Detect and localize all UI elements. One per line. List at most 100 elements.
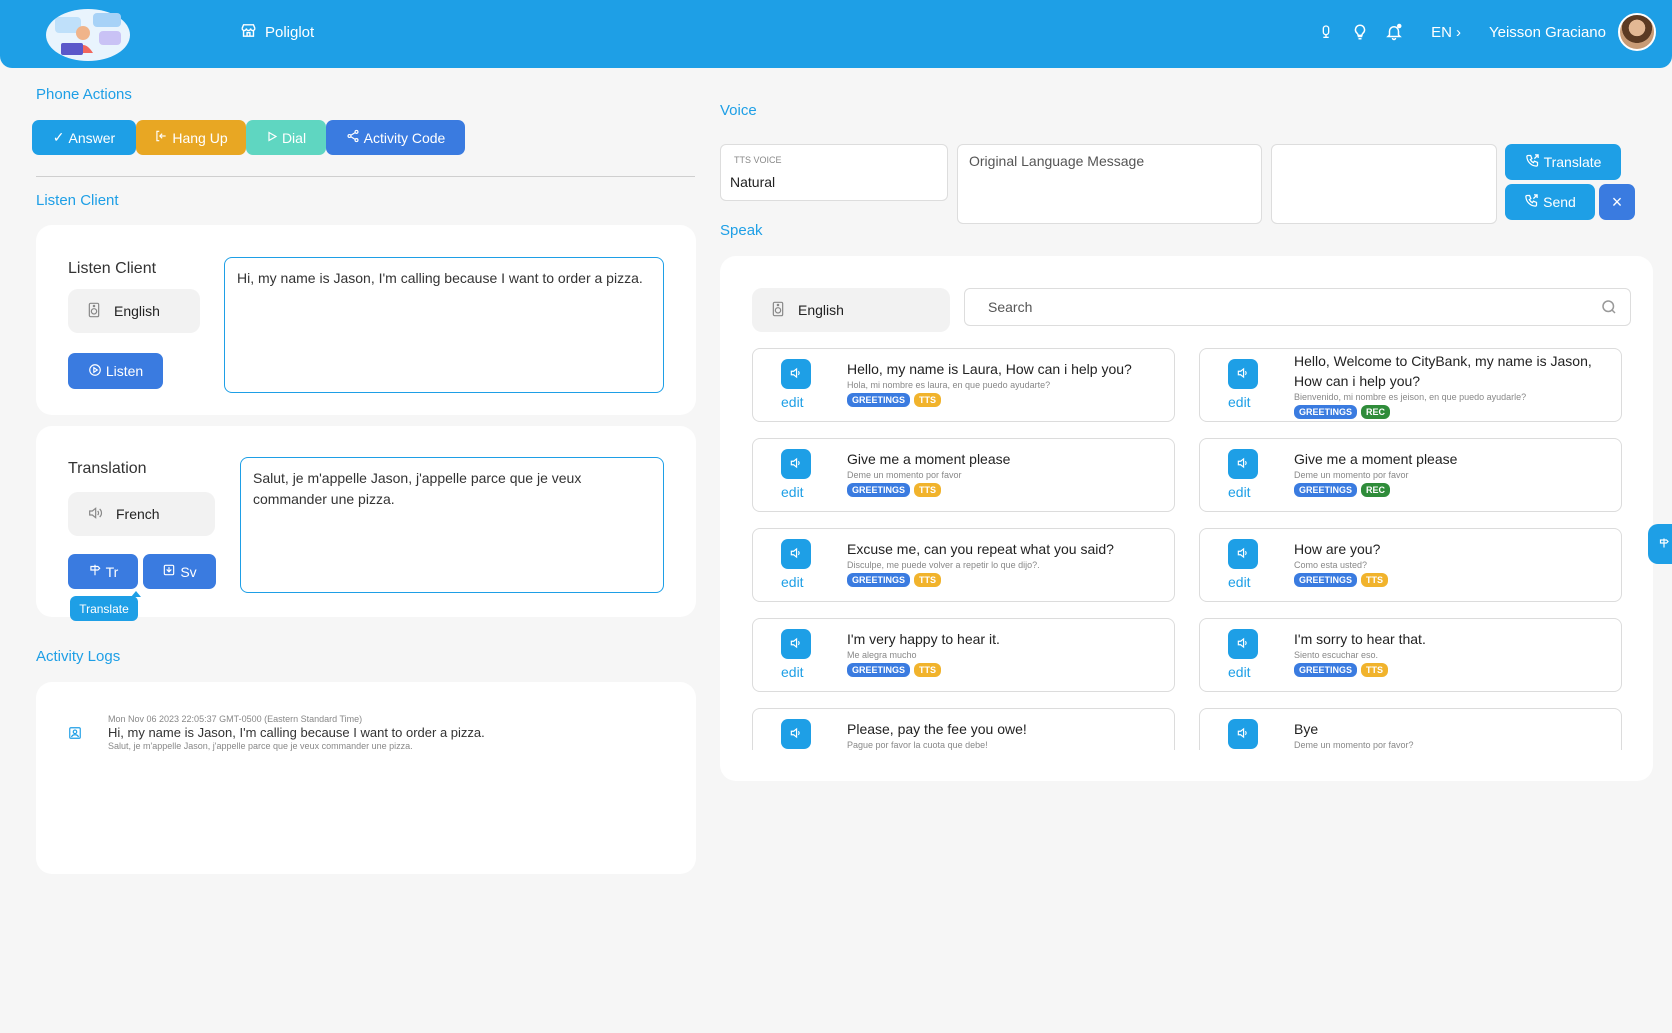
store-icon (240, 22, 257, 43)
play-phrase-button[interactable] (1228, 629, 1258, 659)
speaker-icon (1236, 456, 1250, 473)
phrase-card[interactable]: edit Give me a moment please Deme un momen… (1199, 438, 1622, 512)
tag-badge: TTS (914, 573, 942, 587)
answer-button[interactable]: ✓ Answer (32, 120, 136, 155)
phrase-text: Hello, my name is Laura, How can i help … (847, 359, 1164, 407)
lightbulb-icon[interactable] (1343, 15, 1377, 49)
translation-card: Translation French Tr Sv Translate Salut… (36, 426, 696, 621)
speaker-icon (789, 726, 803, 743)
brand-link[interactable]: Poliglot (240, 22, 314, 43)
search-box[interactable]: Search (964, 288, 1631, 326)
phrase-card[interactable]: editPlease, pay the fee you owe!Pague po… (752, 708, 1175, 750)
play-phrase-button[interactable] (781, 629, 811, 659)
translation-text-field[interactable]: Salut, je m'appelle Jason, j'appelle par… (240, 457, 664, 593)
listen-language-select[interactable]: English (68, 289, 200, 333)
play-phrase-button[interactable] (1228, 539, 1258, 569)
close-button[interactable]: × (1599, 184, 1635, 220)
phrase-english: Hello, Welcome to CityBank, my name is J… (1294, 353, 1592, 389)
share-icon (346, 129, 360, 146)
phrase-card[interactable]: edit Excuse me, can you repeat what you s… (752, 528, 1175, 602)
edit-link[interactable]: edit (1228, 664, 1251, 680)
play-phrase-button[interactable] (781, 719, 811, 749)
translation-language-select[interactable]: French (68, 492, 215, 536)
brand-name: Poliglot (265, 24, 315, 41)
dial-button[interactable]: Dial (246, 120, 326, 155)
phrase-card[interactable]: edit Hello, my name is Laura, How can i h… (752, 348, 1175, 422)
listen-transcript-field[interactable]: Hi, my name is Jason, I'm calling becaus… (224, 257, 664, 393)
tr-button[interactable]: Tr (68, 554, 138, 589)
tag-badge: GREETINGS (847, 393, 911, 407)
edit-link[interactable]: edit (781, 664, 804, 680)
phrase-tags: GREETINGS TTS (847, 573, 1164, 587)
send-button[interactable]: Send (1505, 184, 1595, 220)
tag-badge: REC (1361, 405, 1391, 419)
check-icon: ✓ (52, 129, 65, 145)
phrase-card[interactable]: edit Give me a moment please Deme un momen… (752, 438, 1175, 512)
play-phrase-button[interactable] (1228, 449, 1258, 479)
edit-link[interactable]: edit (1228, 574, 1251, 590)
side-panel-toggle[interactable] (1648, 524, 1672, 564)
tag-badge: TTS (914, 483, 942, 497)
avatar[interactable] (1618, 13, 1656, 51)
bell-icon[interactable] (1377, 15, 1411, 49)
speak-language-select[interactable]: English (752, 288, 950, 332)
microphone-icon[interactable] (1309, 15, 1343, 49)
user-name[interactable]: Yeisson Graciano (1489, 24, 1606, 41)
play-circle-icon (88, 363, 102, 380)
listen-button[interactable]: Listen (68, 353, 163, 389)
speaker-device-icon (770, 300, 786, 321)
phrase-tags: GREETINGS TTS (847, 483, 1164, 497)
phrase-spanish: Deme un momento por favor? (1294, 740, 1414, 750)
activity-code-button[interactable]: Activity Code (326, 120, 465, 155)
phrase-spanish: Hola, mi nombre es laura, en que puedo a… (847, 380, 1051, 390)
listen-client-card: Listen Client English Listen Hi, my name… (36, 225, 696, 415)
original-language-message-field[interactable]: Original Language Message (957, 144, 1262, 224)
dial-label: Dial (281, 129, 307, 146)
phrase-spanish: Como esta usted? (1294, 560, 1368, 570)
sv-button[interactable]: Sv (143, 554, 216, 589)
phrase-list: edit Hello, my name is Laura, How can i h… (752, 348, 1632, 750)
play-phrase-button[interactable] (1228, 359, 1258, 389)
translation-language-label: French (116, 506, 160, 522)
phrase-card[interactable]: edit How are you? Como esta usted? GREETING… (1199, 528, 1622, 602)
speaker-icon (789, 636, 803, 653)
app-logo[interactable] (43, 3, 133, 63)
activity-logs-title: Activity Logs (36, 648, 121, 665)
phrase-english: Hello, my name is Laura, How can i help … (847, 361, 1132, 377)
send-label: Send (1543, 194, 1576, 210)
log-timestamp: Mon Nov 06 2023 22:05:37 GMT-0500 (Easte… (108, 714, 363, 724)
activity-logs-card: Mon Nov 06 2023 22:05:37 GMT-0500 (Easte… (36, 682, 696, 874)
hang-up-button[interactable]: Hang Up (136, 120, 246, 155)
play-phrase-button[interactable] (781, 449, 811, 479)
play-phrase-button[interactable] (781, 359, 811, 389)
tag-badge: GREETINGS (847, 573, 911, 587)
search-icon[interactable] (1600, 298, 1618, 319)
tts-voice-select[interactable]: TTS VOICE Natural (720, 144, 948, 201)
play-phrase-button[interactable] (1228, 719, 1258, 749)
edit-link[interactable]: edit (781, 394, 804, 410)
phrase-card[interactable]: edit I'm very happy to hear it. Me alegra … (752, 618, 1175, 692)
phrase-english: I'm sorry to hear that. (1294, 631, 1426, 647)
phrase-card[interactable]: edit I'm sorry to hear that. Siento escuch… (1199, 618, 1622, 692)
speak-language-label: English (798, 302, 844, 318)
language-code: EN (1431, 23, 1452, 41)
edit-link[interactable]: edit (781, 574, 804, 590)
play-phrase-button[interactable] (781, 539, 811, 569)
phrase-card[interactable]: editByeDeme un momento por favor?GREETIN… (1199, 708, 1622, 750)
language-selector[interactable]: EN › (1431, 24, 1461, 41)
phrase-spanish: Deme un momento por favor (847, 470, 962, 480)
tag-badge: GREETINGS (1294, 405, 1358, 419)
phrase-english: Please, pay the fee you owe! (847, 721, 1027, 737)
tag-badge: GREETINGS (1294, 483, 1358, 497)
phrase-text: Hello, Welcome to CityBank, my name is J… (1294, 351, 1611, 419)
edit-link[interactable]: edit (1228, 484, 1251, 500)
phrase-tags: GREETINGS TTS (847, 663, 1164, 677)
phrase-text: ByeDeme un momento por favor?GREETINGSTT… (1294, 719, 1611, 750)
edit-link[interactable]: edit (1228, 394, 1251, 410)
signpost-icon (1658, 534, 1670, 555)
edit-link[interactable]: edit (781, 484, 804, 500)
search-input[interactable]: Search (988, 299, 1032, 315)
translated-message-field[interactable] (1271, 144, 1497, 224)
translate-button[interactable]: Translate (1505, 144, 1621, 180)
phrase-card[interactable]: edit Hello, Welcome to CityBank, my name … (1199, 348, 1622, 422)
